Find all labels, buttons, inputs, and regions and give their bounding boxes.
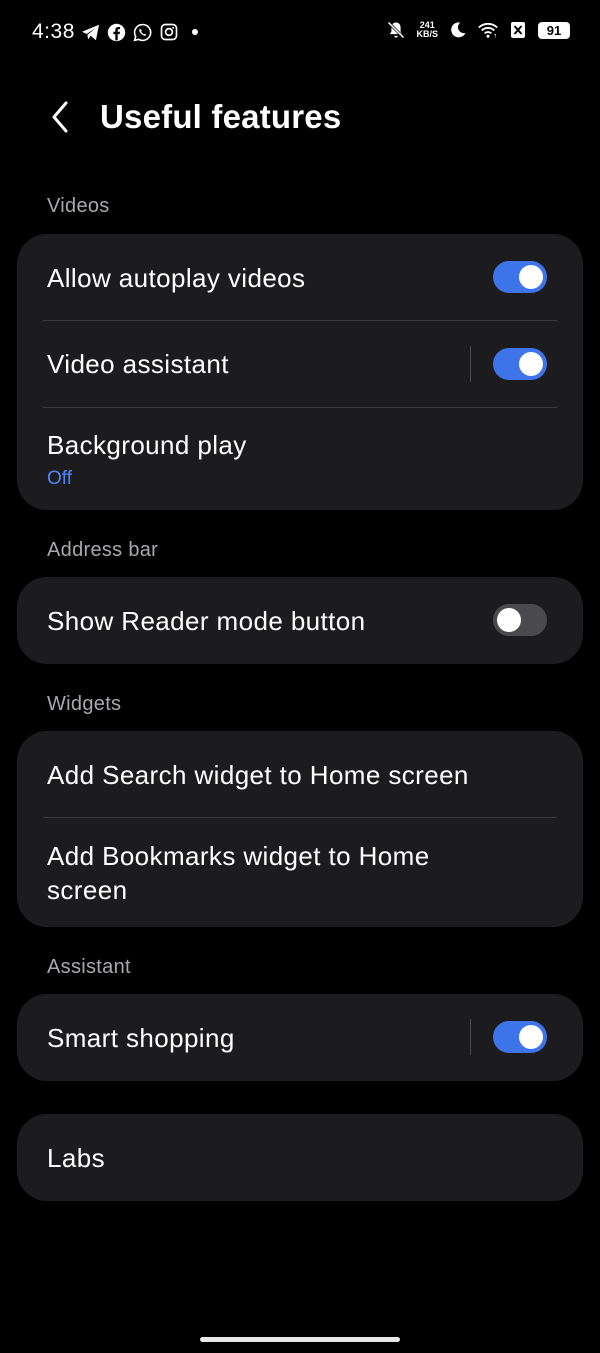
search-widget-row[interactable]: Add Search widget to Home screen (17, 731, 583, 818)
instagram-icon (159, 22, 179, 42)
smart-shopping-label: Smart shopping (47, 1023, 235, 1053)
videos-card: Allow autoplay videos Video assistant Ba… (17, 234, 583, 510)
toggle-knob (519, 1025, 543, 1049)
vertical-separator (470, 346, 471, 382)
moon-icon (448, 20, 468, 40)
section-label-address-bar: Address bar (47, 539, 159, 561)
smart-shopping-toggle[interactable] (493, 1021, 547, 1053)
reader-mode-label: Show Reader mode button (47, 606, 366, 636)
widgets-card: Add Search widget to Home screen Add Boo… (17, 731, 583, 927)
background-play-value: Off (47, 468, 72, 489)
wifi-icon: ↑↓ (478, 20, 498, 40)
whatsapp-icon (133, 22, 153, 42)
network-speed-unit: KB/S (416, 29, 438, 39)
status-bar: 4:38 241 KB/S ↑↓ (0, 0, 600, 64)
bookmarks-widget-label-line1: Add Bookmarks widget to Home (47, 841, 430, 871)
status-right: 241 KB/S ↑↓ 91 (386, 20, 570, 40)
telegram-icon (81, 22, 101, 42)
header: Useful features (0, 80, 600, 156)
bookmarks-widget-row[interactable]: Add Bookmarks widget to Home screen (17, 818, 583, 927)
search-widget-label: Add Search widget to Home screen (47, 760, 469, 790)
facebook-icon (107, 22, 127, 42)
video-assistant-toggle[interactable] (493, 348, 547, 380)
allow-autoplay-toggle[interactable] (493, 261, 547, 293)
video-assistant-label: Video assistant (47, 349, 229, 379)
labs-label: Labs (47, 1143, 105, 1173)
network-speed: 241 KB/S (416, 21, 438, 39)
back-button[interactable] (40, 97, 80, 137)
toggle-knob (519, 265, 543, 289)
home-indicator[interactable] (200, 1337, 400, 1342)
vertical-separator (470, 1019, 471, 1055)
reader-mode-toggle[interactable] (493, 604, 547, 636)
bookmarks-widget-label-line2: screen (47, 875, 128, 905)
background-play-row[interactable]: Background play Off (17, 408, 583, 510)
labs-row[interactable]: Labs (17, 1114, 583, 1201)
status-time: 4:38 (32, 20, 75, 43)
section-label-assistant: Assistant (47, 956, 131, 978)
allow-autoplay-label: Allow autoplay videos (47, 263, 306, 293)
section-label-widgets: Widgets (47, 693, 122, 715)
battery-indicator: 91 (538, 21, 570, 39)
page-title: Useful features (100, 98, 342, 135)
video-assistant-row[interactable]: Video assistant (17, 321, 583, 408)
status-left: 4:38 (32, 20, 205, 44)
svg-text:↑↓: ↑↓ (493, 34, 498, 40)
section-label-videos: Videos (47, 195, 110, 217)
notifications-muted-icon (386, 20, 406, 40)
assistant-card: Smart shopping (17, 994, 583, 1081)
address-bar-card: Show Reader mode button (17, 577, 583, 664)
toggle-knob (497, 608, 521, 632)
toggle-knob (519, 352, 543, 376)
labs-card: Labs (17, 1114, 583, 1201)
chevron-left-icon (52, 101, 68, 133)
smart-shopping-row[interactable]: Smart shopping (17, 994, 583, 1081)
dot-icon (185, 22, 205, 42)
no-signal-icon (508, 20, 528, 40)
reader-mode-row[interactable]: Show Reader mode button (17, 577, 583, 664)
background-play-label: Background play (47, 430, 247, 460)
allow-autoplay-row[interactable]: Allow autoplay videos (17, 234, 583, 321)
